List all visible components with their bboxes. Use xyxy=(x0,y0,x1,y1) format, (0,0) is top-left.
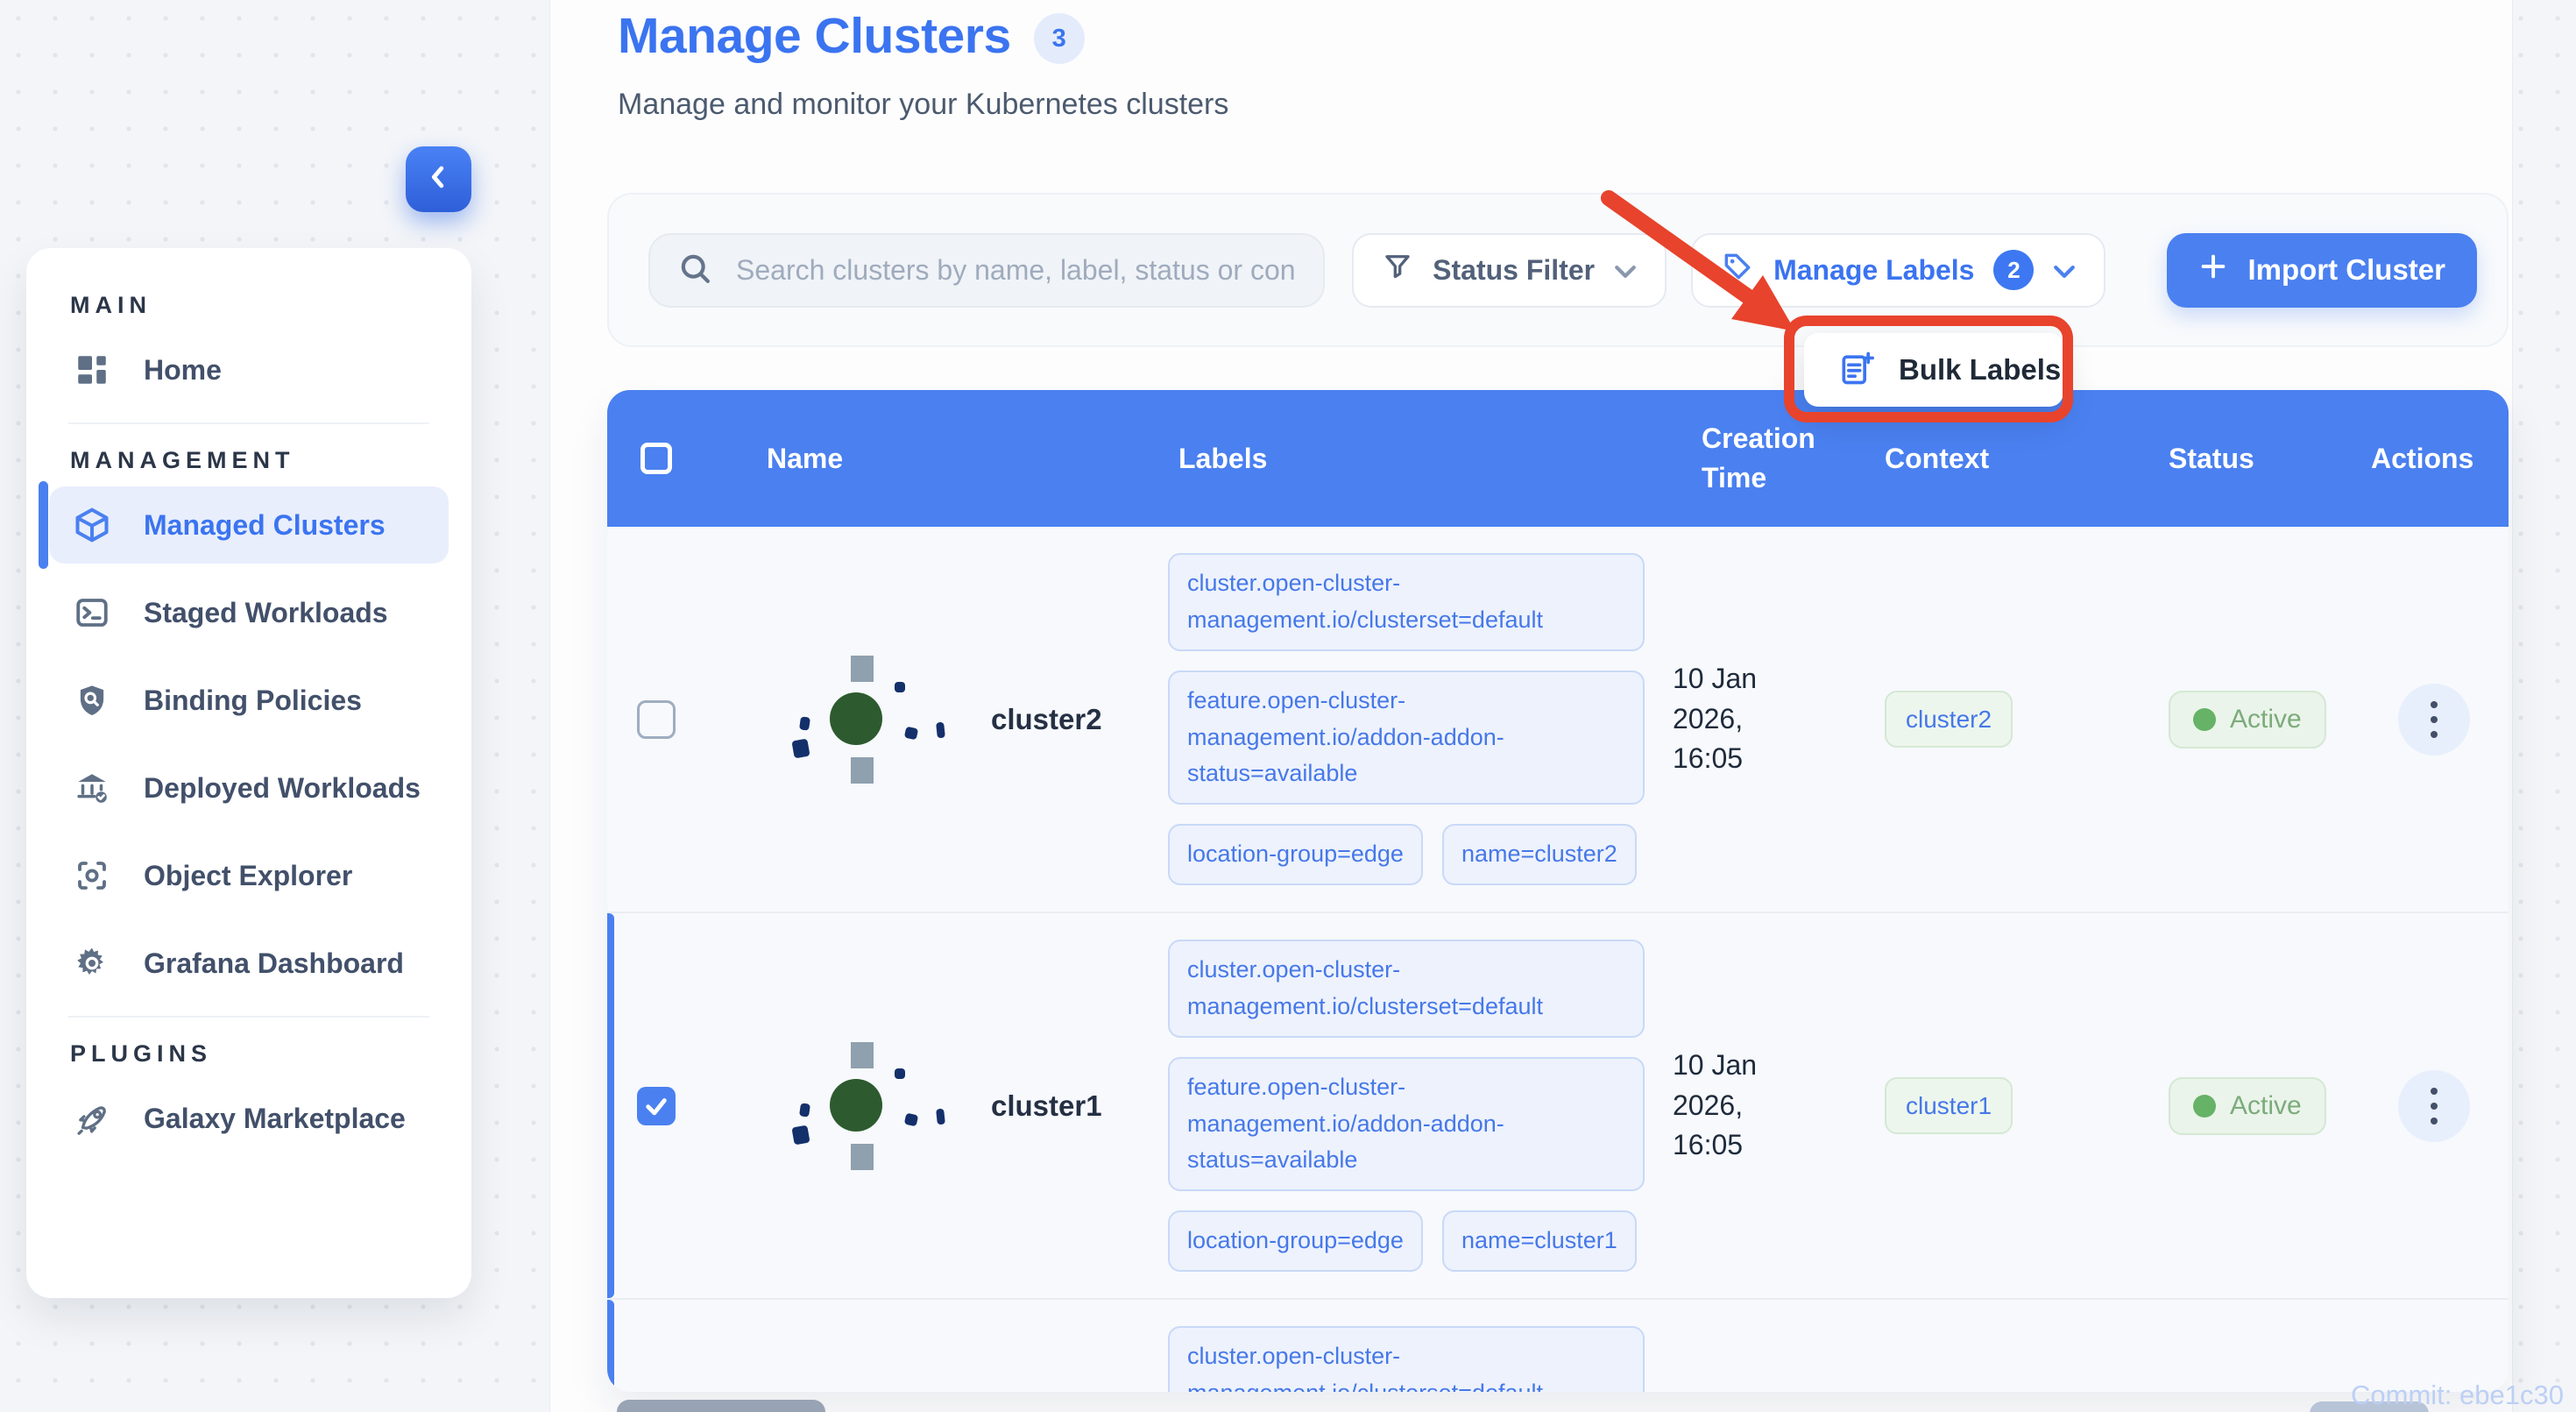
table-row: cluster2 cluster.open-cluster-management… xyxy=(607,527,2509,912)
sidebar-item-label: Object Explorer xyxy=(144,859,353,891)
clusters-table: Name Labels Creation Time Context Status… xyxy=(607,390,2509,1392)
toolbar: Status Filter Manage Labels 2 xyxy=(607,193,2509,347)
sidebar-item-grafana-dashboard[interactable]: Grafana Dashboard xyxy=(49,925,449,1002)
status-dot-icon xyxy=(2193,1094,2216,1118)
sidebar-item-managed-clusters[interactable]: Managed Clusters xyxy=(39,481,449,569)
grafana-icon xyxy=(72,943,112,983)
column-header-status: Status xyxy=(2169,442,2254,474)
status-filter-button[interactable]: Status Filter xyxy=(1352,232,1667,308)
column-header-labels: Labels xyxy=(1178,442,1268,474)
terminal-icon xyxy=(72,592,112,633)
status-dot-icon xyxy=(2193,707,2216,731)
table-row: k3d-example-cluster cluster.open-cluster… xyxy=(607,1298,2509,1392)
sidebar-item-label: Staged Workloads xyxy=(144,596,388,628)
sidebar-item-label: Deployed Workloads xyxy=(144,771,421,804)
sidebar-item-label: Binding Policies xyxy=(144,684,362,716)
cube-icon xyxy=(72,505,112,545)
sidebar-item-deployed-workloads[interactable]: Deployed Workloads xyxy=(49,749,449,827)
label-chip[interactable]: name=cluster1 xyxy=(1441,1210,1637,1273)
cluster-icon xyxy=(789,1040,949,1172)
bank-check-icon xyxy=(72,768,112,808)
rocket-icon xyxy=(72,1098,112,1139)
scan-icon xyxy=(72,855,112,896)
label-chip[interactable]: cluster.open-cluster-management.io/clust… xyxy=(1168,940,1645,1038)
search-box[interactable] xyxy=(648,232,1325,308)
sidebar-divider xyxy=(68,422,429,424)
sidebar-item-galaxy-marketplace[interactable]: Galaxy Marketplace xyxy=(49,1080,449,1157)
row-checkbox[interactable] xyxy=(637,699,676,739)
pagination-button-partial[interactable] xyxy=(617,1400,825,1412)
sidebar-item-home[interactable]: Home xyxy=(49,331,449,408)
tag-icon xyxy=(1721,250,1754,290)
chevron-down-icon xyxy=(2053,254,2076,287)
status-filter-label: Status Filter xyxy=(1433,253,1596,286)
column-header-creation-time: Creation Time xyxy=(1702,422,1815,493)
column-header-name: Name xyxy=(767,442,844,474)
commit-hash-label: Commit: ebe1c30 xyxy=(2351,1380,2564,1410)
labels-count-badge: 2 xyxy=(1993,250,2035,290)
label-chip[interactable]: location-group=edge xyxy=(1168,1210,1423,1273)
label-chip[interactable]: name=cluster2 xyxy=(1441,824,1637,886)
sidebar: MAIN Home MANAGEMENT Managed Clusters St… xyxy=(26,248,471,1298)
import-cluster-button[interactable]: Import Cluster xyxy=(2167,232,2477,308)
plus-icon xyxy=(2198,252,2228,288)
manage-labels-button[interactable]: Manage Labels 2 xyxy=(1691,232,2106,308)
select-all-checkbox[interactable] xyxy=(640,443,672,474)
sidebar-collapse-button[interactable] xyxy=(406,146,471,212)
chevron-down-icon xyxy=(1614,254,1637,287)
status-badge: Active xyxy=(2169,1076,2326,1135)
sidebar-item-label: Managed Clusters xyxy=(144,508,386,541)
sidebar-divider xyxy=(68,1016,429,1018)
shield-search-icon xyxy=(72,680,112,720)
row-checkbox[interactable] xyxy=(637,1086,676,1125)
sidebar-item-binding-policies[interactable]: Binding Policies xyxy=(49,662,449,739)
sidebar-item-label: Home xyxy=(144,353,222,386)
page-subtitle: Manage and monitor your Kubernetes clust… xyxy=(618,88,1229,121)
creation-time: 10 Jan 2026, 16:05 xyxy=(1673,663,1758,775)
sidebar-section-plugins: PLUGINS xyxy=(70,1040,213,1067)
label-chip[interactable]: cluster.open-cluster-management.io/clust… xyxy=(1168,1326,1645,1392)
main-content: Manage Clusters 3 Manage and monitor you… xyxy=(549,0,2513,1412)
label-chip[interactable]: cluster.open-cluster-management.io/clust… xyxy=(1168,553,1645,651)
sidebar-item-label: Galaxy Marketplace xyxy=(144,1102,406,1134)
context-chip[interactable]: cluster1 xyxy=(1885,1076,2013,1135)
page-title: Manage Clusters xyxy=(618,8,1011,64)
chevron-left-icon xyxy=(424,162,454,196)
import-cluster-label: Import Cluster xyxy=(2247,253,2445,286)
status-badge: Active xyxy=(2169,690,2326,749)
bulk-labels-label: Bulk Labels xyxy=(1899,353,2062,386)
bulk-labels-icon xyxy=(1837,349,1876,392)
context-chip[interactable]: cluster2 xyxy=(1885,690,2013,749)
column-header-actions: Actions xyxy=(2371,442,2474,474)
search-input[interactable] xyxy=(734,252,1297,287)
cluster-name: cluster2 xyxy=(991,702,1102,735)
sidebar-item-object-explorer[interactable]: Object Explorer xyxy=(49,837,449,914)
row-actions-menu-button[interactable] xyxy=(2397,683,2470,756)
label-chip[interactable]: location-group=edge xyxy=(1168,824,1423,886)
label-chip[interactable]: feature.open-cluster-management.io/addon… xyxy=(1168,670,1645,805)
funnel-icon xyxy=(1382,251,1413,289)
table-row: cluster1 cluster.open-cluster-management… xyxy=(607,912,2509,1299)
sidebar-section-management: MANAGEMENT xyxy=(70,447,295,473)
dashboard-icon xyxy=(72,350,112,390)
cluster-name: cluster1 xyxy=(991,1089,1102,1123)
sidebar-section-main: MAIN xyxy=(70,292,152,318)
row-actions-menu-button[interactable] xyxy=(2397,1069,2470,1142)
search-icon xyxy=(676,250,713,291)
cluster-count-badge: 3 xyxy=(1033,13,1085,64)
column-header-context: Context xyxy=(1885,442,1990,474)
bulk-labels-menu-item[interactable]: Bulk Labels xyxy=(1804,333,2063,407)
cluster-icon xyxy=(789,654,949,785)
sidebar-item-label: Grafana Dashboard xyxy=(144,947,404,979)
creation-time: 10 Jan 2026, 16:05 xyxy=(1673,1049,1758,1161)
sidebar-item-staged-workloads[interactable]: Staged Workloads xyxy=(49,574,449,651)
manage-labels-label: Manage Labels xyxy=(1773,253,1975,286)
label-chip[interactable]: feature.open-cluster-management.io/addon… xyxy=(1168,1056,1645,1192)
table-header-row: Name Labels Creation Time Context Status… xyxy=(607,390,2509,527)
